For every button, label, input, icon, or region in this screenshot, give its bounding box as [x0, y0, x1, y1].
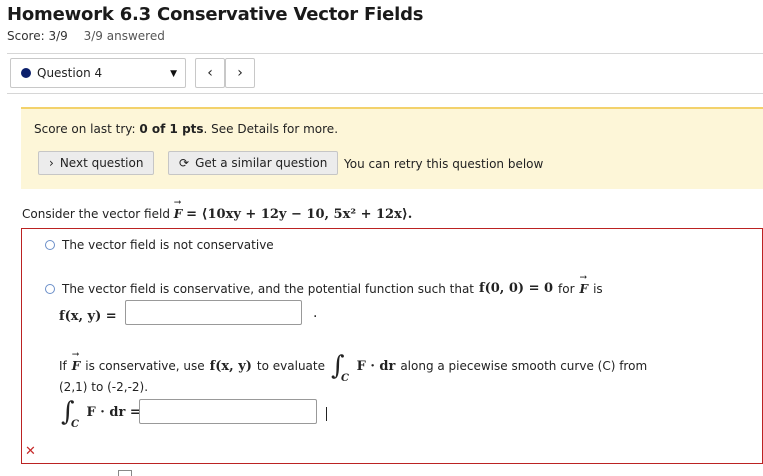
answered-text: 3/9 answered [83, 29, 165, 43]
integral-sign-icon-2: ∫ C [61, 397, 79, 430]
divider-mid [7, 93, 763, 94]
question-prompt: Consider the vector field F = ⟨10xy + 12… [22, 207, 412, 222]
eval-mid: is conservative, use [85, 359, 205, 373]
retry-text: You can retry this question below [344, 157, 544, 171]
option-not-conservative-label: The vector field is not conservative [62, 238, 274, 252]
for-text: for [558, 281, 575, 296]
score-text: Score: 3/9 [7, 29, 68, 43]
caret-down-icon: ▼ [170, 69, 177, 79]
next-question-nav-button[interactable]: › [225, 58, 255, 88]
last-try-suffix: . See Details for more. [203, 122, 339, 136]
fxy-label: f(x, y) = [59, 309, 117, 324]
last-try-prefix: Score on last try: [34, 122, 140, 136]
vector-field-symbol: F [174, 207, 183, 221]
inline-integrand: F · dr [356, 358, 396, 374]
score-banner: Score on last try: 0 of 1 pts. See Detai… [21, 107, 763, 189]
f00-expression: f(0, 0) = 0 [479, 281, 554, 296]
integrand-label: F · dr = [86, 404, 141, 420]
evaluate-instruction: If F is conservative, use f(x, y) to eva… [59, 350, 648, 384]
option-conservative[interactable]: The vector field is conservative, and th… [45, 273, 603, 296]
question-select[interactable]: Question 4 ▼ [10, 58, 186, 88]
next-question-label: Next question [59, 156, 144, 170]
eval-along: along a piecewise smooth curve (C) from [400, 359, 648, 373]
prev-question-button[interactable]: ‹ [195, 58, 225, 88]
page-title: Homework 6.3 Conservative Vector Fields [7, 4, 424, 25]
integral-value-input[interactable] [139, 399, 317, 424]
option-conservative-label: The vector field is conservative, and th… [62, 281, 475, 296]
question-select-label: Question 4 [37, 66, 103, 80]
eval-prefix: If [59, 359, 67, 373]
vector-field-symbol-2: F [580, 273, 589, 296]
similar-question-label: Get a similar question [195, 156, 328, 170]
status-dot-icon [21, 68, 31, 78]
radio-conservative[interactable] [45, 283, 55, 294]
next-question-button[interactable]: › Next question [38, 151, 155, 175]
is-text: is [593, 281, 603, 296]
vector-field-expression: = ⟨10xy + 12y − 10, 5x² + 12x⟩. [186, 207, 413, 222]
option-not-conservative[interactable]: The vector field is not conservative [45, 238, 274, 252]
question-box: The vector field is not conservative The… [21, 228, 763, 464]
vector-field-symbol-3: F [72, 350, 81, 373]
curve-subscript-2: C [71, 419, 79, 430]
incorrect-x-icon: ✕ [25, 444, 36, 459]
radio-not-conservative[interactable] [45, 240, 55, 250]
potential-function-input[interactable] [125, 300, 302, 325]
eval-fxy: f(x, y) [209, 358, 252, 374]
similar-question-button[interactable]: ⟳ Get a similar question [168, 151, 339, 175]
endpoints-text: (2,1) to (-2,-2). [59, 380, 149, 394]
partial-icon [118, 470, 132, 476]
integral-line: ∫ C F · dr = [59, 397, 141, 430]
eval-to: to evaluate [256, 359, 326, 373]
text-cursor [326, 407, 327, 421]
score-line: Score: 3/9 3/9 answered [7, 29, 165, 43]
last-try-score: 0 of 1 pts [139, 122, 204, 136]
last-try-line: Score on last try: 0 of 1 pts. See Detai… [34, 122, 338, 136]
period-mark: . [313, 305, 318, 321]
refresh-icon: ⟳ [179, 156, 190, 170]
prompt-prefix: Consider the vector field [22, 207, 170, 221]
chevron-right-icon: › [49, 156, 54, 170]
divider-top [7, 53, 763, 54]
integral-sign-icon: ∫ C [331, 351, 349, 384]
curve-subscript: C [341, 373, 349, 384]
